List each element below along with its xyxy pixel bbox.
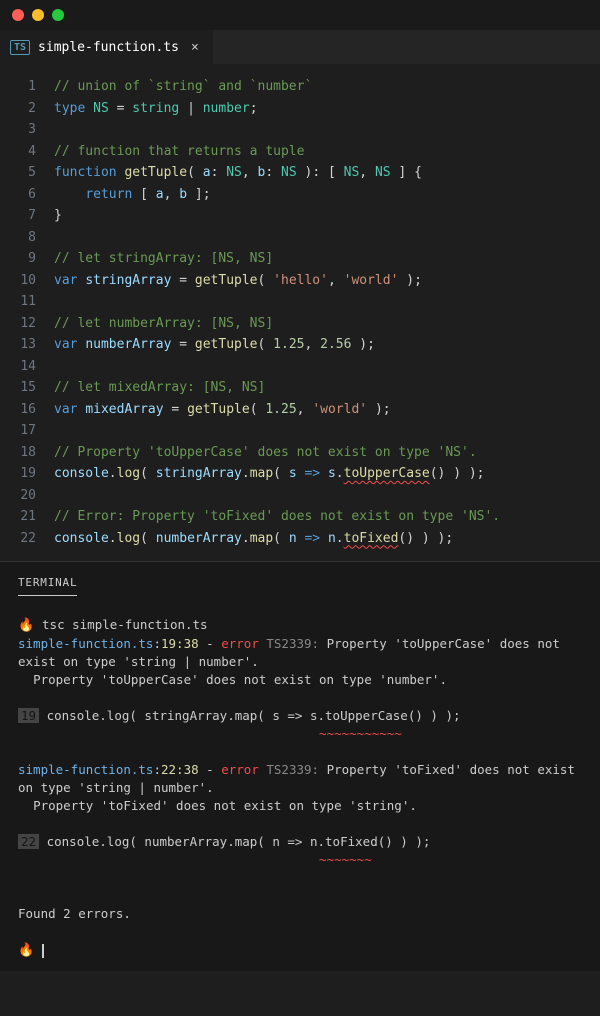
close-tab-icon[interactable]: × [187, 40, 203, 55]
code-content[interactable]: // let mixedArray: [NS, NS] [54, 377, 600, 399]
tab-simple-function[interactable]: TS simple-function.ts × [0, 30, 213, 64]
line-number: 2 [0, 98, 54, 120]
line-number: 19 [0, 463, 54, 485]
code-content[interactable]: var numberArray = getTuple( 1.25, 2.56 )… [54, 334, 600, 356]
line-number: 14 [0, 356, 54, 378]
code-line[interactable]: 13var numberArray = getTuple( 1.25, 2.56… [0, 334, 600, 356]
code-content[interactable]: // Property 'toUpperCase' does not exist… [54, 442, 600, 464]
line-number: 7 [0, 205, 54, 227]
code-content[interactable]: // function that returns a tuple [54, 141, 600, 163]
code-editor[interactable]: 1// union of `string` and `number`2type … [0, 64, 600, 561]
code-content[interactable]: var stringArray = getTuple( 'hello', 'wo… [54, 270, 600, 292]
line-number: 3 [0, 119, 54, 141]
code-line[interactable]: 17 [0, 420, 600, 442]
tabbar: TS simple-function.ts × [0, 30, 600, 64]
close-window-icon[interactable] [12, 9, 24, 21]
code-content[interactable]: console.log( stringArray.map( s => s.toU… [54, 463, 600, 485]
code-line[interactable]: 21// Error: Property 'toFixed' does not … [0, 506, 600, 528]
code-content[interactable]: function getTuple( a: NS, b: NS ): [ NS,… [54, 162, 600, 184]
line-number: 17 [0, 420, 54, 442]
terminal-output[interactable]: 🔥 tsc simple-function.ts simple-function… [18, 616, 582, 960]
maximize-window-icon[interactable] [52, 9, 64, 21]
code-line[interactable]: 4// function that returns a tuple [0, 141, 600, 163]
terminal-panel: TERMINAL 🔥 tsc simple-function.ts simple… [0, 561, 600, 971]
code-line[interactable]: 18// Property 'toUpperCase' does not exi… [0, 442, 600, 464]
line-number: 6 [0, 184, 54, 206]
ts-file-icon: TS [10, 40, 30, 55]
code-content[interactable]: console.log( numberArray.map( n => n.toF… [54, 528, 600, 550]
line-number: 13 [0, 334, 54, 356]
line-number: 12 [0, 313, 54, 335]
code-content[interactable]: // Error: Property 'toFixed' does not ex… [54, 506, 600, 528]
code-line[interactable]: 16var mixedArray = getTuple( 1.25, 'worl… [0, 399, 600, 421]
line-number: 22 [0, 528, 54, 550]
code-line[interactable]: 1// union of `string` and `number` [0, 76, 600, 98]
line-number: 9 [0, 248, 54, 270]
line-number: 10 [0, 270, 54, 292]
code-content[interactable]: var mixedArray = getTuple( 1.25, 'world'… [54, 399, 600, 421]
code-line[interactable]: 3 [0, 119, 600, 141]
code-content[interactable]: // let stringArray: [NS, NS] [54, 248, 600, 270]
line-number: 5 [0, 162, 54, 184]
minimize-window-icon[interactable] [32, 9, 44, 21]
code-content[interactable]: // union of `string` and `number` [54, 76, 600, 98]
titlebar [0, 0, 600, 30]
code-content[interactable]: } [54, 205, 600, 227]
code-line[interactable]: 14 [0, 356, 600, 378]
line-number: 8 [0, 227, 54, 249]
line-number: 1 [0, 76, 54, 98]
code-line[interactable]: 7} [0, 205, 600, 227]
code-line[interactable]: 5function getTuple( a: NS, b: NS ): [ NS… [0, 162, 600, 184]
code-line[interactable]: 22console.log( numberArray.map( n => n.t… [0, 528, 600, 550]
code-content[interactable]: // let numberArray: [NS, NS] [54, 313, 600, 335]
tab-label: simple-function.ts [38, 40, 179, 55]
line-number: 21 [0, 506, 54, 528]
code-line[interactable]: 12// let numberArray: [NS, NS] [0, 313, 600, 335]
code-line[interactable]: 11 [0, 291, 600, 313]
line-number: 15 [0, 377, 54, 399]
terminal-tabs: TERMINAL [18, 576, 582, 596]
code-line[interactable]: 8 [0, 227, 600, 249]
code-line[interactable]: 9// let stringArray: [NS, NS] [0, 248, 600, 270]
code-line[interactable]: 6 return [ a, b ]; [0, 184, 600, 206]
terminal-tab[interactable]: TERMINAL [18, 576, 77, 596]
code-line[interactable]: 19console.log( stringArray.map( s => s.t… [0, 463, 600, 485]
code-line[interactable]: 20 [0, 485, 600, 507]
line-number: 11 [0, 291, 54, 313]
code-line[interactable]: 2type NS = string | number; [0, 98, 600, 120]
line-number: 18 [0, 442, 54, 464]
line-number: 16 [0, 399, 54, 421]
line-number: 4 [0, 141, 54, 163]
line-number: 20 [0, 485, 54, 507]
code-content[interactable]: type NS = string | number; [54, 98, 600, 120]
code-content[interactable]: return [ a, b ]; [54, 184, 600, 206]
code-line[interactable]: 15// let mixedArray: [NS, NS] [0, 377, 600, 399]
code-line[interactable]: 10var stringArray = getTuple( 'hello', '… [0, 270, 600, 292]
